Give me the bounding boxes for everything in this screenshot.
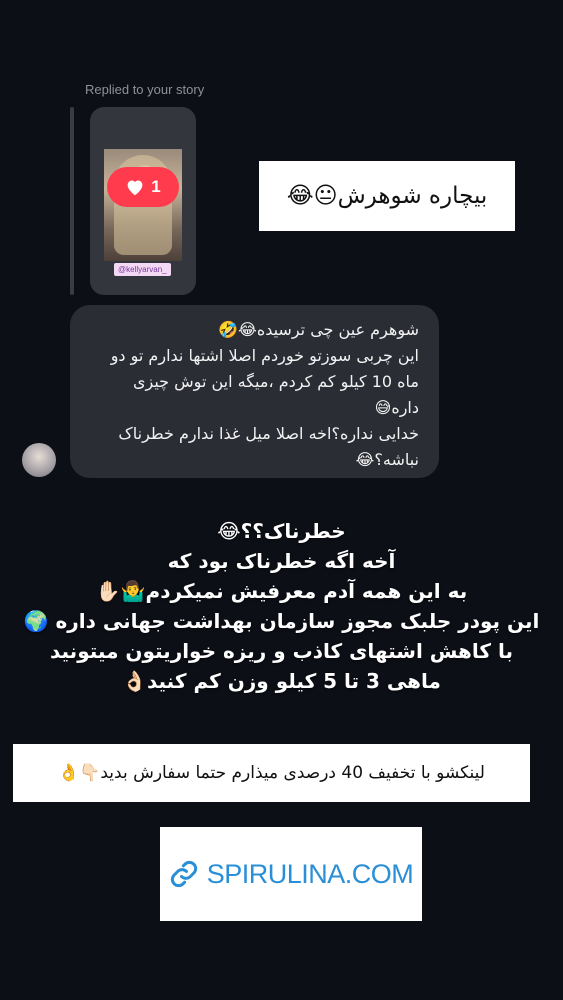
heart-icon [127,180,143,196]
overlay-line: با کاهش اشتهای کاذب و ریزه خواریتون میتو… [49,639,514,663]
message-bubble[interactable]: شوهرم عین چی ترسیده😂🤣 این چربی سوزتو خور… [70,305,439,478]
message-line: شوهرم عین چی ترسیده😂🤣 [218,320,419,339]
message-line: نباشه؟😂 [355,450,419,469]
overlay-line: ماهی 3 تا 5 کیلو وزن کم کنید👌🏻 [122,669,441,693]
story-mention-tag: @kellyarvan_ [114,263,171,276]
message-line: داره😅 [374,398,419,417]
overlay-text: خطرناک؟؟😂 آخه اگه خطرناک بود که به این ه… [20,516,543,696]
sender-avatar[interactable] [22,443,56,477]
replied-to-story-label: Replied to your story [85,82,205,97]
overlay-line: آخه اگه خطرناک بود که [167,549,396,573]
link-sticker[interactable]: SPIRULINA.COM [160,827,422,921]
message-line: خدایی نداره؟اخه اصلا میل غذا ندارم خطرنا… [118,424,419,443]
link-label: SPIRULINA.COM [206,858,414,889]
overlay-line: این پودر جلبک مجوز سازمان بهداشت جهانی د… [23,609,540,633]
overlay-line: به این همه آدم معرفیش نمیکردم🤷‍♂️✋🏻 [95,579,468,603]
story-like-badge: 1 [107,167,179,207]
story-caption: بیچاره شوهرش😐😂 [259,161,515,231]
reply-quote-bar [70,107,74,295]
story-preview-card[interactable]: 1 @kellyarvan_ [90,107,196,295]
message-line: این چربی سوزتو خوردم اصلا اشتها ندارم تو… [110,346,419,365]
overlay-line: خطرناک؟؟😂 [217,519,346,543]
promo-banner: لینکشو با تخفیف 40 درصدی میذارم حتما سفا… [13,744,530,802]
message-line: ماه 10 کیلو کم کردم ،میگه این توش چیزی [132,372,419,391]
link-icon [170,860,197,888]
like-count: 1 [151,177,161,196]
